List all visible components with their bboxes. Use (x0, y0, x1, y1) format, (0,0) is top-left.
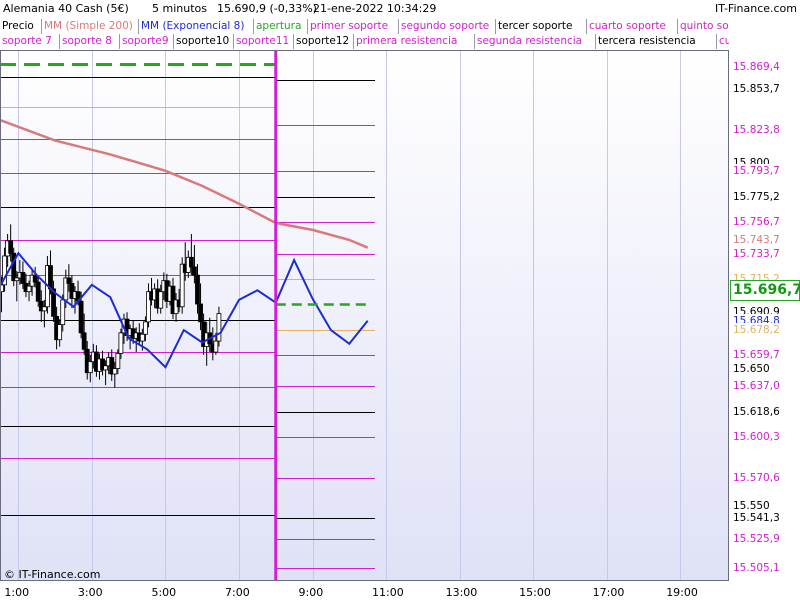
legend-item[interactable]: MM (Simple 200) (42, 19, 139, 34)
candle-body (8, 240, 14, 254)
candle-body (26, 285, 32, 293)
x-tick-label: 9:00 (298, 586, 324, 599)
y-tick-label: 15.637,0 (730, 379, 798, 394)
y-tick-label: 15.733,7 (730, 246, 798, 261)
x-tick-label: 3:00 (77, 586, 103, 599)
candle-body (60, 299, 66, 326)
x-tick-label: 1:00 (4, 586, 30, 599)
candle-body (112, 368, 118, 375)
quote: 15.690,9 (-0,33%) (217, 2, 317, 15)
legend-item[interactable]: apertura (254, 19, 308, 34)
x-tick-label: 19:00 (666, 586, 698, 599)
candle-body (41, 306, 47, 312)
legend-item[interactable]: soporte9 (120, 34, 174, 49)
plot-background (0, 50, 728, 580)
candle-body (20, 272, 26, 284)
y-tick-label: 15.775,2 (730, 189, 798, 204)
candle-body (35, 281, 41, 302)
legend-row-2: soporte 7 soporte 8 soporte9 soporte10 sopor… (0, 34, 729, 49)
y-tick-label: 15.525,9 (730, 531, 798, 546)
candle-body (198, 303, 203, 323)
candle-body (87, 361, 93, 374)
legend-item[interactable]: primer soporte (308, 19, 399, 34)
y-tick-label: 15.743,7 (730, 232, 798, 247)
x-tick-label: 7:00 (224, 586, 250, 599)
x-tick-label: 17:00 (592, 586, 625, 599)
title-bar: Alemania 40 Cash (5€) 5 minutos 15.690,9… (0, 0, 800, 18)
x-tick-label: 11:00 (372, 586, 404, 599)
timestamp: 21-ene-2022 10:34:29 (313, 2, 437, 15)
legend-item[interactable]: segunda resistencia (475, 34, 596, 49)
legend-row-1: Precio MM (Simple 200) MM (Exponencial 8) a… (0, 19, 729, 34)
y-tick-label: 15.659,7 (730, 348, 798, 363)
candle-body (66, 277, 72, 284)
candle-body (158, 291, 164, 309)
y-tick-label: 15.618,6 (730, 404, 798, 419)
y-tick-label: 15.600,3 (730, 429, 798, 444)
candle-body (143, 321, 148, 335)
candle-body (103, 365, 109, 371)
legend-item[interactable]: cuarta resistencia (717, 34, 729, 49)
y-tick-label: 15.793,7 (730, 164, 798, 179)
legend-item[interactable]: soporte 7 (0, 34, 60, 49)
candle-body (139, 333, 145, 342)
y-tick-label: 15.756,7 (730, 215, 798, 230)
candle-body (81, 332, 87, 350)
candle-body (118, 332, 124, 354)
candle-body (192, 266, 197, 276)
legend-item[interactable]: tercera resistencia (596, 34, 717, 49)
watermark: © IT-Finance.com (4, 568, 101, 581)
legend-item[interactable]: quinto soporte (678, 19, 729, 34)
x-tick-label: 5:00 (151, 586, 177, 599)
y-tick-label: 15.541,3 (730, 510, 798, 525)
legend-item[interactable]: tercer soporte (496, 19, 587, 34)
legend-item[interactable]: MM (Exponencial 8) (139, 19, 254, 34)
candle-body (216, 313, 222, 342)
x-tick-label: 13:00 (445, 586, 478, 599)
legend-item[interactable]: cuarto soporte (587, 19, 678, 34)
last-price-tag: 15.696,7 (730, 280, 800, 301)
legend-item[interactable]: soporte10 (174, 34, 234, 49)
legend-item[interactable]: primera resistencia (354, 34, 475, 49)
instrument-name: Alemania 40 Cash (5€) (3, 2, 129, 15)
candle-body (195, 274, 200, 305)
x-tick-label: 15:00 (519, 586, 551, 599)
timeframe: 5 minutos (152, 2, 207, 15)
legend-item[interactable]: soporte 8 (60, 34, 120, 49)
candle-body (213, 340, 219, 353)
y-tick-label: 15.650 (730, 361, 798, 376)
legend-item[interactable]: Precio (0, 19, 42, 34)
y-tick-label: 15.678,2 (730, 322, 798, 337)
candle-body (14, 277, 20, 282)
y-tick-label: 15.570,6 (730, 470, 798, 485)
y-tick-label: 15.823,8 (730, 122, 798, 137)
legend-item[interactable]: segundo soporte (399, 19, 496, 34)
candle-body (57, 324, 63, 341)
candle-body (188, 256, 194, 268)
legend-item[interactable]: soporte11 (234, 34, 294, 49)
candle-body (78, 300, 84, 334)
y-tick-label: 15.853,7 (730, 81, 798, 96)
y-tick-label: 15.505,1 (730, 560, 798, 575)
legend-item[interactable]: soporte12 (294, 34, 354, 49)
candle-body (115, 353, 121, 369)
y-tick-label: 15.869,4 (730, 60, 798, 75)
candle-body (48, 265, 53, 290)
brand-label: IT-Finance.com (715, 2, 797, 15)
price-chart[interactable] (0, 0, 800, 600)
chart-window: Alemania 40 Cash (5€) 5 minutos 15.690,9… (0, 0, 800, 600)
